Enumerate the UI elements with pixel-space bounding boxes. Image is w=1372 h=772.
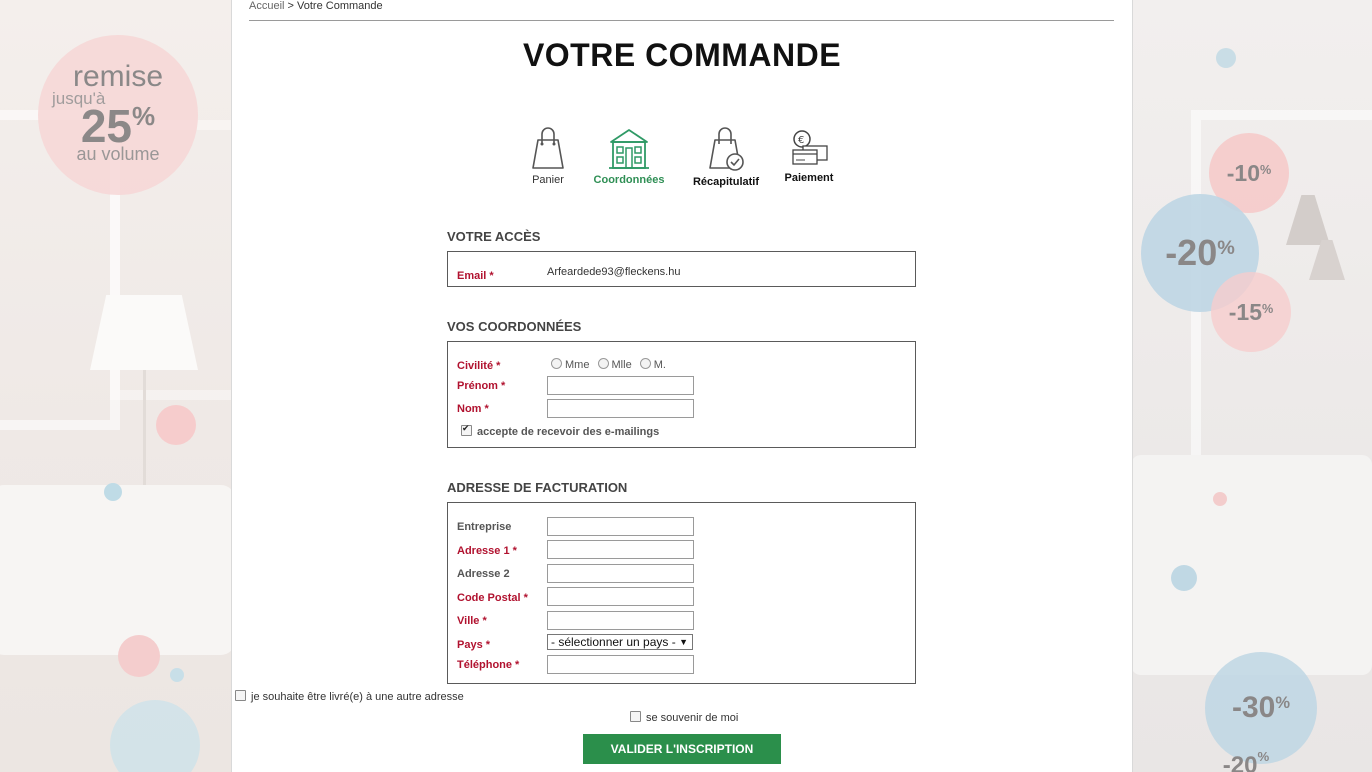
lamp-shade-decor bbox=[90, 295, 198, 370]
discount-badge-15: -15% bbox=[1211, 272, 1291, 352]
right-promo-banner: -10% -20% -15% -30% -20% bbox=[1131, 0, 1372, 772]
promo-line1: remise bbox=[72, 60, 163, 93]
bubble-decor bbox=[104, 483, 122, 501]
bag-check-icon bbox=[709, 127, 744, 171]
remember-checkbox[interactable] bbox=[630, 711, 641, 722]
entreprise-label: Entreprise bbox=[457, 521, 512, 533]
promo-text: remise jusqu'à 25% au volume bbox=[38, 60, 198, 164]
remember-option[interactable]: se souvenir de moi bbox=[630, 711, 738, 724]
left-promo-banner: remise jusqu'à 25% au volume bbox=[0, 0, 231, 772]
coords-box: Civilité * Mme Mlle M. Prénom * Nom * ac… bbox=[447, 341, 916, 448]
checkout-steps: Panier Coordonnées Récapitulatif € Paiem… bbox=[232, 126, 1132, 196]
prenom-input[interactable] bbox=[547, 376, 694, 395]
email-value: Arfeardede93@fleckens.hu bbox=[547, 266, 681, 278]
prenom-label: Prénom * bbox=[457, 380, 506, 392]
discount-percent: % bbox=[1217, 236, 1235, 259]
discount-percent: % bbox=[1275, 694, 1291, 713]
discount-value: -20 bbox=[1222, 752, 1258, 772]
dropdown-arrow-icon: ▼ bbox=[679, 637, 688, 647]
mailing-option[interactable]: accepte de recevoir des e-mailings bbox=[461, 423, 660, 438]
adresse1-input[interactable] bbox=[547, 540, 694, 559]
other-address-checkbox[interactable] bbox=[235, 690, 246, 701]
discount-percent: % bbox=[1262, 301, 1274, 316]
radio-button[interactable] bbox=[597, 358, 609, 369]
billing-box: Entreprise Adresse 1 * Adresse 2 Code Po… bbox=[447, 502, 916, 684]
nom-input[interactable] bbox=[547, 399, 694, 418]
discount-percent: % bbox=[1260, 162, 1272, 177]
section-title-access: VOTRE ACCÈS bbox=[447, 229, 541, 244]
civilite-option-mlle[interactable]: Mlle bbox=[597, 358, 632, 371]
access-box: Email * Arfeardede93@fleckens.hu bbox=[447, 251, 916, 287]
ville-label: Ville * bbox=[457, 615, 487, 627]
radio-label: M. bbox=[653, 359, 666, 371]
discount-percent: % bbox=[1257, 748, 1270, 764]
step-panier[interactable]: Panier bbox=[523, 126, 573, 186]
mailing-checkbox[interactable] bbox=[461, 423, 472, 436]
bubble-decor bbox=[170, 668, 184, 682]
discount-value: -20 bbox=[1165, 232, 1218, 273]
ville-input[interactable] bbox=[547, 611, 694, 630]
promo-percent: % bbox=[132, 101, 156, 131]
bubble-decor bbox=[1213, 492, 1227, 506]
code-postal-input[interactable] bbox=[547, 587, 694, 606]
house-icon bbox=[609, 129, 649, 169]
code-postal-label: Code Postal * bbox=[457, 592, 528, 604]
pays-selected-value: - sélectionner un pays - bbox=[551, 635, 676, 649]
step-coordonnees[interactable]: Coordonnées bbox=[593, 126, 665, 186]
section-title-coords: VOS COORDONNÉES bbox=[447, 319, 582, 334]
section-title-billing: ADRESSE DE FACTURATION bbox=[447, 480, 628, 495]
main-content: Accueil > Votre Commande VOTRE COMMANDE … bbox=[231, 0, 1133, 772]
other-address-label: je souhaite être livré(e) à une autre ad… bbox=[251, 691, 464, 703]
civilite-option-m[interactable]: M. bbox=[639, 358, 666, 371]
divider bbox=[249, 20, 1114, 21]
submit-button[interactable]: VALIDER L'INSCRIPTION bbox=[583, 734, 781, 764]
adresse2-label: Adresse 2 bbox=[457, 568, 510, 580]
breadcrumb-separator: > bbox=[287, 0, 294, 12]
discount-badge-30: -30% bbox=[1205, 652, 1317, 764]
step-paiement[interactable]: € Paiement bbox=[782, 126, 836, 184]
radio-label: Mme bbox=[565, 359, 590, 371]
promo-line4: au volume bbox=[76, 144, 160, 164]
sofa-decor bbox=[1131, 455, 1372, 675]
email-label: Email * bbox=[457, 270, 494, 282]
pays-label: Pays * bbox=[457, 639, 491, 651]
payment-cards-icon: € bbox=[792, 130, 828, 165]
breadcrumb-home-link[interactable]: Accueil bbox=[249, 0, 284, 12]
bubble-decor bbox=[1171, 565, 1197, 591]
civilite-label: Civilité * bbox=[457, 360, 501, 372]
radio-button[interactable] bbox=[639, 358, 651, 369]
page-title: VOTRE COMMANDE bbox=[522, 37, 842, 73]
entreprise-input[interactable] bbox=[547, 517, 694, 536]
radio-label: Mlle bbox=[611, 359, 632, 371]
bubble-decor bbox=[118, 635, 160, 677]
breadcrumb-current: Votre Commande bbox=[297, 0, 383, 12]
step-label: Paiement bbox=[784, 172, 834, 184]
civilite-radio-group: Mme Mlle M. bbox=[551, 358, 671, 371]
breadcrumb: Accueil > Votre Commande bbox=[249, 0, 383, 12]
bag-icon bbox=[532, 127, 564, 169]
discount-value: -10 bbox=[1226, 159, 1260, 186]
telephone-input[interactable] bbox=[547, 655, 694, 674]
bubble-decor bbox=[156, 405, 196, 445]
adresse2-input[interactable] bbox=[547, 564, 694, 583]
radio-button[interactable] bbox=[551, 358, 562, 369]
nom-label: Nom * bbox=[457, 403, 489, 415]
other-address-option[interactable]: je souhaite être livré(e) à une autre ad… bbox=[235, 690, 464, 703]
remember-label: se souvenir de moi bbox=[646, 712, 739, 724]
pays-select[interactable]: - sélectionner un pays - ▼ bbox=[547, 634, 693, 650]
svg-text:€: € bbox=[798, 135, 804, 146]
step-label: Panier bbox=[532, 174, 564, 186]
mailing-label: accepte de recevoir des e-mailings bbox=[477, 426, 660, 438]
discount-value: -30 bbox=[1231, 691, 1276, 724]
sofa-decor bbox=[0, 485, 231, 655]
step-label: Récapitulatif bbox=[692, 176, 759, 188]
discount-value: -15 bbox=[1228, 298, 1262, 325]
bubble-decor bbox=[1216, 48, 1236, 68]
step-recapitulatif[interactable]: Récapitulatif bbox=[690, 126, 762, 188]
step-label: Coordonnées bbox=[593, 174, 665, 186]
bubble-decor bbox=[110, 700, 200, 772]
telephone-label: Téléphone * bbox=[457, 659, 520, 671]
adresse1-label: Adresse 1 * bbox=[457, 545, 517, 557]
civilite-option-mme[interactable]: Mme bbox=[551, 358, 590, 371]
